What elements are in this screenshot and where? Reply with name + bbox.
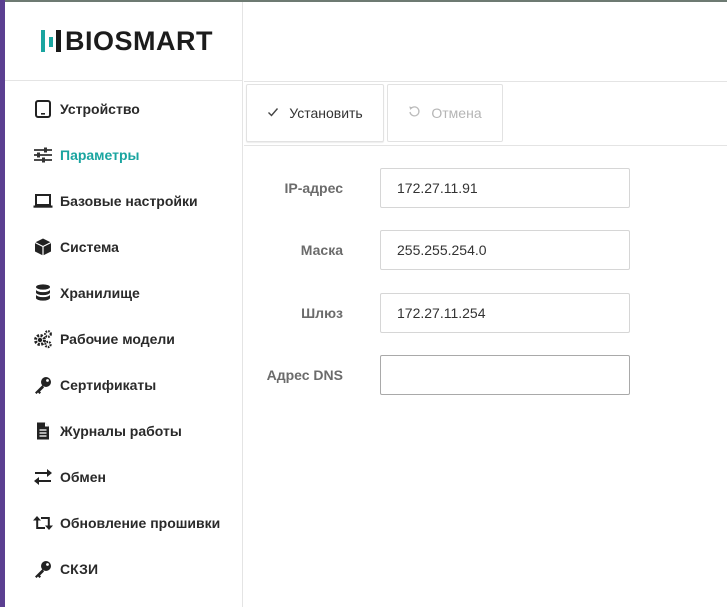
sidebar-item-parameters[interactable]: Параметры bbox=[5, 132, 243, 178]
form-row-gateway: Шлюз bbox=[244, 293, 727, 333]
cancel-button[interactable]: Отмена bbox=[387, 84, 503, 142]
form-row-dns: Адрес DNS bbox=[244, 355, 727, 395]
file-text-icon bbox=[32, 420, 54, 442]
sidebar-item-storage[interactable]: Хранилище bbox=[5, 270, 243, 316]
subnet-mask-label: Маска bbox=[300, 242, 343, 258]
undo-icon bbox=[408, 105, 421, 121]
sidebar-item-label: Параметры bbox=[60, 147, 140, 163]
database-icon bbox=[32, 282, 54, 304]
form-row-ip: IP-адрес bbox=[244, 168, 727, 208]
exchange-icon bbox=[32, 466, 54, 488]
sidebar-item-label: Обмен bbox=[60, 469, 106, 485]
gears-icon bbox=[32, 328, 54, 350]
sidebar-item-label: Рабочие модели bbox=[60, 331, 175, 347]
sidebar: BIOSMART Устройство Параметры Базовые на… bbox=[5, 2, 243, 607]
sliders-icon bbox=[32, 144, 54, 166]
sidebar-item-exchange[interactable]: Обмен bbox=[5, 454, 243, 500]
sidebar-menu: Устройство Параметры Базовые настройки С… bbox=[5, 86, 243, 592]
sidebar-item-label: Базовые настройки bbox=[60, 193, 198, 209]
tablet-icon bbox=[32, 98, 54, 120]
gateway-label: Шлюз bbox=[301, 305, 343, 321]
dns-address-label: Адрес DNS bbox=[266, 367, 343, 383]
logo-mark-icon bbox=[41, 30, 65, 52]
sidebar-item-label: СКЗИ bbox=[60, 561, 99, 577]
form-row-mask: Маска bbox=[244, 230, 727, 270]
sidebar-item-label: Сертификаты bbox=[60, 377, 157, 393]
key-icon bbox=[32, 374, 54, 396]
action-toolbar: Установить Отмена bbox=[244, 82, 727, 146]
laptop-icon bbox=[32, 190, 54, 212]
sidebar-item-system[interactable]: Система bbox=[5, 224, 243, 270]
cube-icon bbox=[32, 236, 54, 258]
subnet-mask-input[interactable] bbox=[380, 230, 630, 270]
sidebar-item-label: Хранилище bbox=[60, 285, 140, 301]
sidebar-item-basic-settings[interactable]: Базовые настройки bbox=[5, 178, 243, 224]
key-icon bbox=[32, 558, 54, 580]
apply-button-label: Установить bbox=[289, 105, 363, 121]
apply-button[interactable]: Установить bbox=[246, 84, 384, 142]
sidebar-item-label: Система bbox=[60, 239, 119, 255]
logo-text: BIOSMART bbox=[65, 26, 213, 56]
ip-address-label: IP-адрес bbox=[284, 180, 343, 196]
sidebar-item-label: Журналы работы bbox=[60, 423, 182, 439]
ip-address-input[interactable] bbox=[380, 168, 630, 208]
dns-address-input[interactable] bbox=[380, 355, 630, 395]
sidebar-item-label: Обновление прошивки bbox=[60, 515, 221, 531]
sidebar-item-work-models[interactable]: Рабочие модели bbox=[5, 316, 243, 362]
gateway-input[interactable] bbox=[380, 293, 630, 333]
sidebar-item-device[interactable]: Устройство bbox=[5, 86, 243, 132]
retweet-icon bbox=[32, 512, 54, 534]
sidebar-item-logs[interactable]: Журналы работы bbox=[5, 408, 243, 454]
top-header bbox=[244, 2, 727, 82]
sidebar-item-certificates[interactable]: Сертификаты bbox=[5, 362, 243, 408]
sidebar-item-skzi[interactable]: СКЗИ bbox=[5, 546, 243, 592]
sidebar-item-label: Устройство bbox=[60, 101, 140, 117]
sidebar-item-firmware-update[interactable]: Обновление прошивки bbox=[5, 500, 243, 546]
check-icon bbox=[267, 105, 279, 121]
main-content: Установить Отмена IP-адрес Маска Шлюз Ад… bbox=[244, 2, 727, 607]
brand-logo[interactable]: BIOSMART bbox=[5, 2, 243, 81]
cancel-button-label: Отмена bbox=[431, 105, 482, 121]
